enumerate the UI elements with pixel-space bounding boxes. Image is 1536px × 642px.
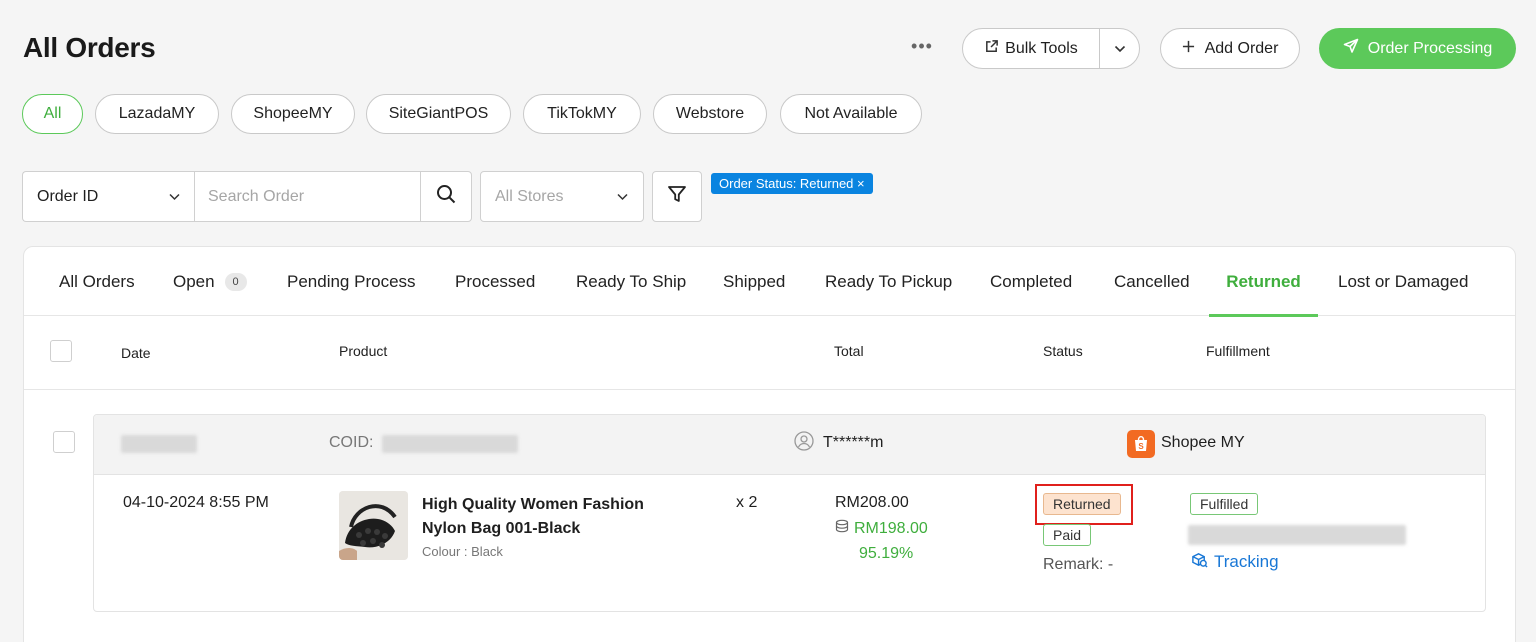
send-icon — [1343, 38, 1359, 59]
fulfillment-badge: Fulfilled — [1190, 493, 1259, 515]
column-fulfillment: Fulfillment — [1206, 343, 1270, 359]
column-date: Date — [121, 345, 151, 361]
active-filter-tag[interactable]: Order Status: Returned × — [711, 173, 873, 194]
net-percent: 95.19% — [859, 545, 914, 562]
order-date: 04-10-2024 8:55 PM — [123, 494, 269, 511]
chevron-down-icon — [1114, 40, 1126, 58]
page-title: All Orders — [23, 32, 156, 63]
order-processing-label: Order Processing — [1367, 39, 1493, 57]
order-processing-button[interactable]: Order Processing — [1319, 28, 1516, 69]
channel-lazadamy[interactable]: LazadaMY — [95, 94, 219, 134]
order-row-checkbox[interactable] — [53, 431, 75, 453]
customer-icon — [794, 431, 814, 456]
svg-text:S: S — [1138, 442, 1144, 451]
chevron-down-icon — [616, 188, 629, 206]
add-order-label: Add Order — [1204, 39, 1279, 57]
product-variant: Colour : Black — [422, 544, 503, 559]
coid-label: COID: — [329, 434, 374, 451]
order-net-amount: RM198.00 — [835, 519, 928, 538]
column-total: Total — [834, 343, 864, 359]
status-returned-badge: Returned — [1043, 493, 1121, 515]
store-name: Shopee MY — [1161, 434, 1245, 451]
tracking-link[interactable]: Tracking — [1191, 551, 1279, 573]
more-options-button[interactable]: ••• — [906, 36, 938, 60]
tab-completed[interactable]: Completed — [990, 247, 1072, 316]
channel-not-available[interactable]: Not Available — [780, 94, 922, 134]
tab-open[interactable]: Open 0 — [173, 247, 247, 316]
plus-icon — [1182, 40, 1195, 58]
filter-button[interactable] — [652, 171, 702, 222]
redacted-order-number — [121, 435, 197, 453]
channel-shopeemy[interactable]: ShopeeMY — [231, 94, 355, 134]
tab-processed[interactable]: Processed — [455, 247, 535, 316]
channel-tiktokmy[interactable]: TikTokMY — [523, 94, 641, 134]
tracking-label: Tracking — [1214, 552, 1279, 571]
channel-all[interactable]: All — [22, 94, 83, 134]
add-order-button[interactable]: Add Order — [1160, 28, 1300, 69]
orders-card: All Orders Open 0 Pending Process Proces… — [23, 246, 1516, 642]
order-total: RM208.00 — [835, 494, 909, 511]
bulk-tools-dropdown-button[interactable] — [1100, 29, 1139, 68]
store-select[interactable]: All Stores — [480, 171, 644, 222]
column-status: Status — [1043, 343, 1083, 359]
open-count-badge: 0 — [224, 272, 247, 291]
funnel-icon — [667, 184, 687, 209]
search-icon — [436, 184, 456, 209]
redacted-tracking-number — [1188, 525, 1406, 545]
tab-all-orders[interactable]: All Orders — [59, 247, 135, 316]
shopee-icon: S — [1127, 430, 1155, 458]
bulk-tools-label: Bulk Tools — [1005, 39, 1078, 57]
tab-ready-to-pickup[interactable]: Ready To Pickup — [825, 247, 952, 316]
order-item: COID: T******m S Shopee MY 04-10-2024 8:… — [93, 414, 1486, 612]
table-header: Date Product Total Status Fulfillment — [24, 316, 1515, 390]
tab-returned[interactable]: Returned — [1209, 247, 1318, 317]
search-button[interactable] — [420, 171, 472, 222]
product-name[interactable]: High Quality Women Fashion Nylon Bag 001… — [422, 493, 644, 541]
order-summary-header: COID: T******m S Shopee MY — [94, 415, 1485, 475]
tab-lost-or-damaged[interactable]: Lost or Damaged — [1338, 247, 1468, 316]
select-all-checkbox[interactable] — [50, 340, 72, 362]
customer-name: T******m — [823, 434, 884, 451]
bulk-tools-group: Bulk Tools — [962, 28, 1140, 69]
tab-pending-process[interactable]: Pending Process — [287, 247, 416, 316]
search-input[interactable] — [194, 171, 421, 222]
payment-paid-badge: Paid — [1043, 524, 1092, 546]
product-quantity: x 2 — [736, 494, 758, 511]
channel-webstore[interactable]: Webstore — [653, 94, 767, 134]
search-field-value: Order ID — [37, 187, 99, 205]
net-amount-value: RM198.00 — [854, 519, 928, 537]
product-name-line-1: High Quality Women Fashion — [422, 496, 644, 513]
tab-cancelled[interactable]: Cancelled — [1114, 247, 1190, 316]
channel-sitegiantpos[interactable]: SiteGiantPOS — [366, 94, 511, 134]
chevron-down-icon — [168, 188, 181, 206]
search-field-select[interactable]: Order ID — [22, 171, 195, 222]
bulk-tools-button[interactable]: Bulk Tools — [963, 29, 1100, 68]
tab-shipped[interactable]: Shipped — [723, 247, 785, 316]
external-link-icon — [984, 39, 999, 59]
redacted-coid — [382, 435, 518, 453]
order-remark: Remark: - — [1043, 556, 1114, 573]
coins-icon — [835, 519, 849, 538]
column-product: Product — [339, 343, 388, 359]
product-image[interactable] — [339, 491, 408, 560]
tracking-icon — [1191, 551, 1208, 573]
store-select-value: All Stores — [495, 187, 564, 205]
status-tabs: All Orders Open 0 Pending Process Proces… — [24, 247, 1515, 317]
tab-ready-to-ship[interactable]: Ready To Ship — [576, 247, 686, 316]
product-name-line-2: Nylon Bag 001-Black — [422, 520, 581, 537]
